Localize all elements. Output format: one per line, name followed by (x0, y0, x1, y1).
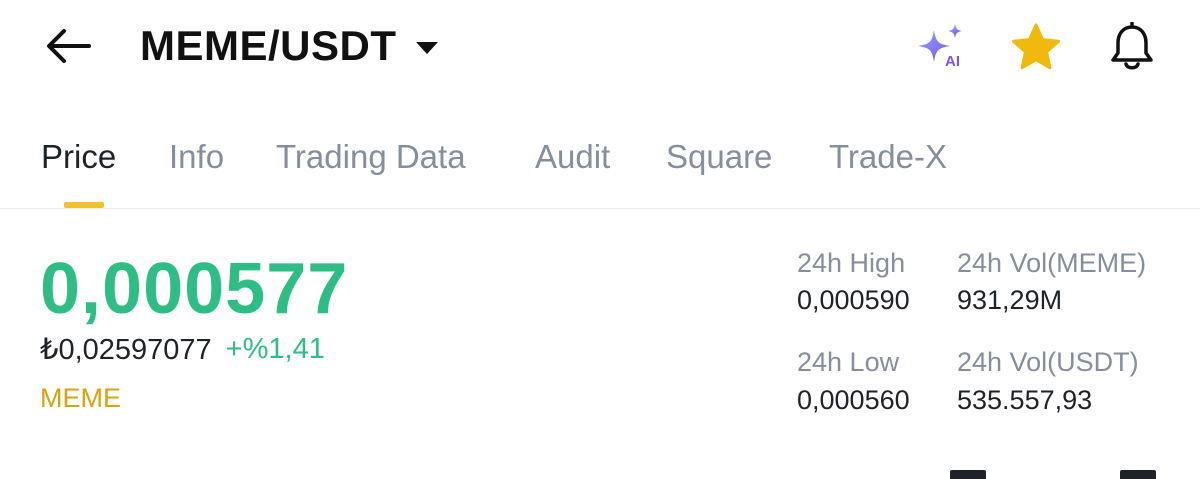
high-label: 24h High (797, 248, 906, 278)
last-price: 0,000577 (40, 249, 349, 329)
bell-icon (1111, 22, 1153, 70)
ai-sparkle-icon: AI (918, 24, 962, 70)
high-value: 0,000590 (797, 285, 910, 315)
low-label: 24h Low (797, 347, 900, 377)
ai-badge-text: AI (945, 53, 960, 70)
tab-square[interactable]: Square (666, 138, 772, 176)
tab-info[interactable]: Info (169, 138, 224, 176)
tab-trading-data[interactable]: Trading Data (276, 138, 466, 176)
tab-price[interactable]: Price (41, 138, 116, 176)
tab-audit[interactable]: Audit (535, 138, 610, 176)
layout-icon[interactable] (1120, 470, 1156, 479)
price-alert-button[interactable] (1104, 20, 1160, 74)
fiat-price: ₺0,02597077 (40, 334, 212, 366)
tab-bar: Price Info Trading Data Audit Square Tra… (0, 120, 1200, 208)
pair-title: MEME/USDT (140, 22, 397, 69)
dropdown-caret-icon (415, 42, 438, 54)
low-value: 0,000560 (797, 385, 910, 415)
price-change: +%1,41 (225, 333, 325, 365)
vol-base-value: 931,29M (957, 285, 1063, 315)
fiat-price-row: ₺0,02597077 +%1,41 (40, 332, 325, 367)
vol-quote-value: 535.557,93 (957, 385, 1093, 415)
back-arrow-icon (47, 29, 91, 63)
favorite-button[interactable] (1008, 20, 1064, 74)
base-asset-link[interactable]: MEME (40, 383, 121, 414)
divider (0, 208, 1200, 209)
pair-selector[interactable]: MEME/USDT (140, 18, 439, 74)
star-icon (1012, 23, 1060, 70)
vol-base-label: 24h Vol(MEME) (957, 248, 1147, 278)
ai-assistant-button[interactable]: AI (914, 20, 970, 74)
back-button[interactable] (40, 20, 96, 72)
top-bar: MEME/USDT AI (0, 0, 1200, 95)
vol-quote-label: 24h Vol(USDT) (957, 347, 1139, 377)
tab-trade-x[interactable]: Trade-X (829, 138, 947, 176)
chart-settings-icon[interactable] (950, 470, 986, 479)
